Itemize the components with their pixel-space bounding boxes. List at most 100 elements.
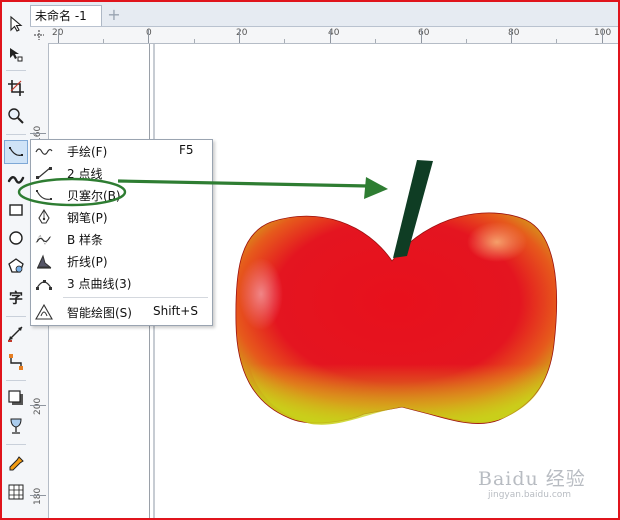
ruler-tick [284,39,285,43]
ruler-tick [466,39,467,43]
pointer-icon [10,15,23,32]
menu-item-label: 3 点曲线(3) [67,277,132,291]
polygon-tool[interactable] [4,254,28,278]
shape-tool[interactable] [4,42,28,66]
zoom-tool[interactable] [4,104,28,128]
rectangle-icon [9,204,23,216]
two-point-line-icon [36,167,52,179]
menu-item-label: 手绘(F) [67,145,108,159]
smart-drawing-icon [35,304,53,320]
menu-item-smart-drawing[interactable]: 智能绘图(S) Shift+S [31,301,212,323]
toolbox-divider [6,380,26,381]
document-tab-bar: 未命名 -1 + [30,2,618,27]
menu-item-freehand[interactable]: 手绘(F) F5 [31,140,212,162]
artistic-media-tool[interactable] [4,168,28,192]
toolbox: 字 [2,2,31,518]
three-point-curve-icon [36,280,52,290]
add-tab-button[interactable]: + [104,6,124,24]
watermark-brand: Baidu 经验 [478,468,586,490]
pen-icon [38,209,50,224]
curve-tool-flyout: 手绘(F) F5 2 点线 贝塞尔(B) 钢笔(P) B 样条 折线(P) 3 … [30,139,213,326]
tab-document[interactable]: 未命名 -1 [30,5,102,26]
apple-highlight-left [239,258,283,330]
ruler-tick [602,29,603,43]
ruler-tick [421,29,422,43]
wine-glass-icon [10,418,22,434]
transparency-tool[interactable] [4,414,28,438]
menu-item-label: 折线(P) [67,255,108,269]
apple-highlight-right [467,222,527,262]
menu-separator [63,297,208,298]
ruler-tick [58,29,59,43]
toolbox-divider [6,134,26,135]
ruler-tick [556,39,557,43]
horizontal-ruler[interactable]: 20 0 20 40 60 80 100 [48,27,618,44]
crop-icon [8,80,24,96]
drop-shadow-icon [8,390,23,405]
ruler-label: 80 [508,28,520,38]
interactive-fill-tool[interactable] [4,480,28,504]
polygon-icon [8,258,24,273]
menu-item-shortcut: F5 [179,143,194,157]
ruler-label: 180 [33,487,43,505]
menu-item-pen[interactable]: 钢笔(P) [31,206,212,228]
menu-item-three-point-curve[interactable]: 3 点曲线(3) [31,272,212,294]
bezier-curve-icon [9,147,23,156]
dimension-tool[interactable] [4,322,28,346]
menu-item-shortcut: Shift+S [153,304,198,318]
dimension-icon [8,326,23,342]
ruler-tick [194,39,195,43]
mesh-fill-icon [8,484,24,500]
menu-item-label: 贝塞尔(B) [67,189,121,203]
app-frame: 字 未命名 -1 + 20 0 20 40 [0,0,620,520]
ruler-tick [330,29,331,43]
connector-tool[interactable] [4,350,28,374]
toolbox-divider [6,316,26,317]
ellipse-icon [9,231,23,245]
menu-item-label: B 样条 [67,233,104,247]
ruler-tick [239,29,240,43]
ruler-tick [103,39,104,43]
ruler-label: 20 [236,28,248,38]
menu-item-b-spline[interactable]: B 样条 [31,228,212,250]
apple-bottom-glow [249,364,549,425]
ruler-tick [30,133,46,134]
ruler-tick [375,39,376,43]
ellipse-tool[interactable] [4,226,28,250]
menu-item-polyline[interactable]: 折线(P) [31,250,212,272]
shape-edit-icon [10,48,23,62]
menu-item-bezier[interactable]: 贝塞尔(B) [31,184,212,206]
text-tool-glyph: 字 [9,291,23,307]
text-tool[interactable]: 字 [4,286,28,310]
bezier-icon [36,190,52,200]
curve-tool[interactable] [4,140,28,164]
ruler-tick [148,29,149,43]
b-spline-icon [35,234,52,245]
brush-stroke-icon [7,176,25,184]
ruler-label: 60 [418,28,430,38]
crop-tool[interactable] [4,76,28,100]
ruler-label: 200 [33,397,43,415]
menu-item-label: 2 点线 [67,167,103,181]
pick-tool[interactable] [4,12,28,36]
watermark-url: jingyan.baidu.com [488,490,572,500]
menu-item-two-point-line[interactable]: 2 点线 [31,162,212,184]
ruler-tick [30,495,46,496]
drop-shadow-tool[interactable] [4,386,28,410]
ruler-origin-corner[interactable] [30,27,49,44]
rectangle-tool[interactable] [4,198,28,222]
menu-item-label: 智能绘图(S) [67,306,132,320]
menu-item-label: 钢笔(P) [67,211,108,225]
ruler-tick [511,29,512,43]
ruler-origin-icon [34,30,44,40]
toolbox-divider [6,444,26,445]
toolbox-divider [6,70,26,71]
baidu-watermark: Baidu 经验 jingyan.baidu.com [478,460,608,510]
connector-icon [9,354,23,370]
freehand-icon [35,148,53,155]
magnifier-icon [8,108,24,124]
polyline-icon [37,254,52,269]
ruler-tick [30,405,46,406]
eyedropper-tool[interactable] [4,452,28,476]
eyedropper-icon [9,456,24,471]
